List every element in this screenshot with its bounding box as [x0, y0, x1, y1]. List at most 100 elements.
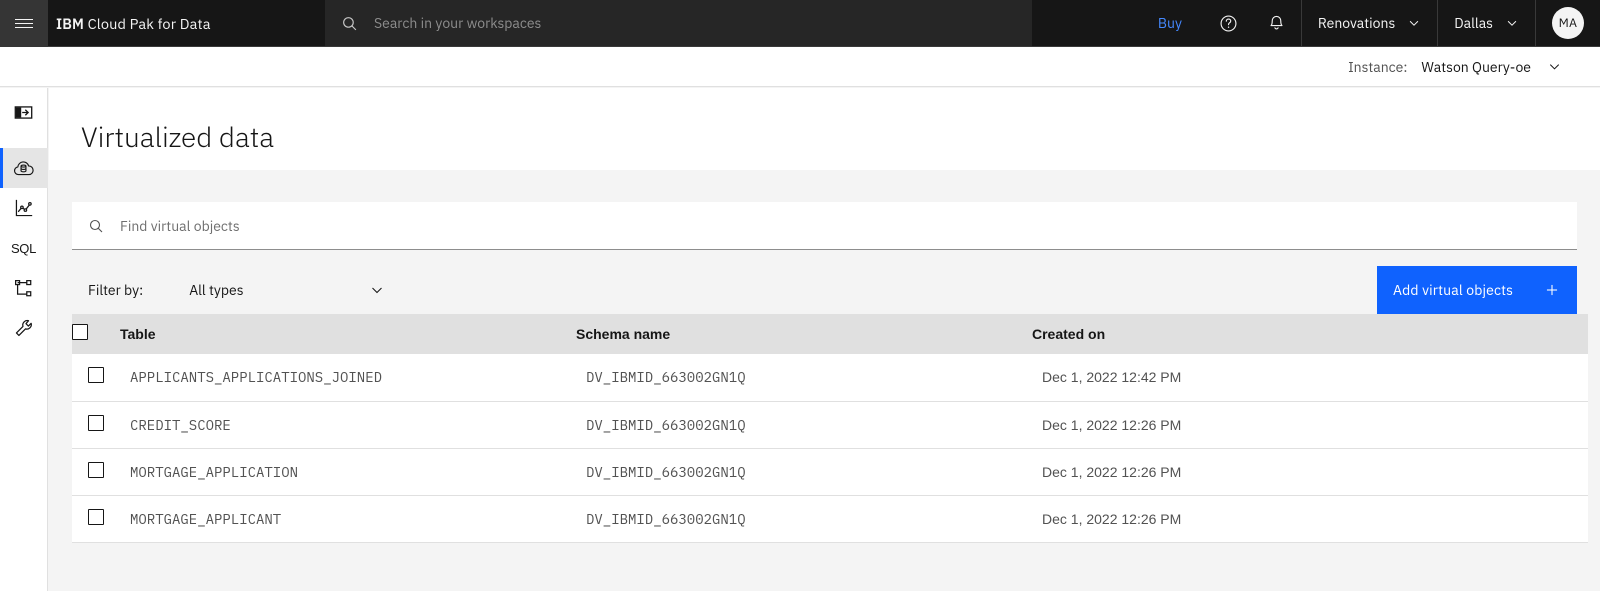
sql-text-icon: SQL: [10, 240, 37, 256]
cell-table-name: CREDIT_SCORE: [120, 401, 576, 449]
cell-schema-name: DV_IBMID_663002GN1Q: [576, 495, 1032, 543]
virtual-objects-table: Table Schema name Created on APPLICANTS_…: [72, 314, 1588, 543]
cell-schema-name: DV_IBMID_663002GN1Q: [576, 448, 1032, 496]
cell-schema-name: DV_IBMID_663002GN1Q: [576, 401, 1032, 449]
table-name-text: MORTGAGE_APPLICATION: [130, 462, 298, 481]
created-on-text: Dec 1, 2022 12:26 PM: [1042, 463, 1182, 480]
sidebar-item-analytics[interactable]: [0, 188, 48, 228]
instance-selector[interactable]: Watson Query-oe: [1419, 54, 1564, 80]
sidebar-item-open-panel[interactable]: [0, 92, 48, 132]
content-area: Filter by: All types Add virtual objects: [49, 170, 1600, 591]
cloud-database-icon: [13, 160, 34, 175]
sidebar-item-service-settings[interactable]: [0, 308, 48, 348]
search-input[interactable]: [374, 3, 974, 43]
schema-name-text: DV_IBMID_663002GN1Q: [586, 415, 746, 434]
left-nav-rail: SQL: [0, 88, 48, 591]
add-virtual-objects-button[interactable]: Add virtual objects: [1377, 266, 1577, 314]
cell-table-name: MORTGAGE_APPLICATION: [120, 448, 576, 496]
sidebar-item-data-sources[interactable]: [0, 268, 48, 308]
cell-created-on: Dec 1, 2022 12:42 PM: [1032, 354, 1542, 402]
row-select-cell: [72, 495, 120, 543]
region-switcher[interactable]: Dallas: [1438, 0, 1535, 46]
row-checkbox[interactable]: [88, 461, 104, 478]
cell-table-name: MORTGAGE_APPLICANT: [120, 495, 576, 543]
project-name: Renovations: [1317, 14, 1396, 32]
chevron-down-icon: [1409, 20, 1419, 26]
row-checkbox[interactable]: [88, 414, 104, 431]
schema-name-text: DV_IBMID_663002GN1Q: [586, 462, 746, 481]
cell-table-name: APPLICANTS_APPLICATIONS_JOINED: [120, 354, 576, 402]
user-avatar-button[interactable]: MA: [1536, 0, 1600, 46]
column-header-table-label: Table: [120, 326, 156, 342]
sidebar-item-sql-editor[interactable]: SQL: [0, 228, 48, 268]
hamburger-bars: [15, 16, 33, 31]
hamburger-menu-icon[interactable]: [0, 0, 48, 47]
column-header-created[interactable]: Created on: [1032, 314, 1542, 354]
table-row[interactable]: APPLICANTS_APPLICATIONS_JOINED DV_IBMID_…: [72, 354, 1588, 402]
hierarchy-tree-icon: [15, 279, 32, 296]
select-all-header: [72, 314, 120, 354]
filter-group: Filter by: All types: [72, 266, 389, 314]
cell-created-on: Dec 1, 2022 12:26 PM: [1032, 495, 1542, 543]
app-header: IBM Cloud Pak for Data Buy Renovati: [0, 0, 1600, 47]
search-icon: [88, 218, 104, 234]
cell-created-on: Dec 1, 2022 12:26 PM: [1032, 401, 1542, 449]
schema-name-text: DV_IBMID_663002GN1Q: [586, 509, 746, 528]
column-header-table[interactable]: Table: [120, 314, 576, 354]
overflow-menu-vertical-icon[interactable]: [1549, 361, 1581, 393]
search-icon: [341, 15, 358, 32]
brand-product: Cloud Pak for Data: [87, 13, 211, 33]
overflow-menu-vertical-icon[interactable]: [1549, 503, 1581, 535]
created-on-text: Dec 1, 2022 12:26 PM: [1042, 510, 1182, 527]
chevron-down-icon: [1507, 20, 1517, 26]
page-title: Virtualized data: [81, 118, 275, 155]
created-on-text: Dec 1, 2022 12:26 PM: [1042, 416, 1182, 433]
cell-created-on: Dec 1, 2022 12:26 PM: [1032, 448, 1542, 496]
column-header-schema-label: Schema name: [576, 326, 671, 342]
help-circle-icon[interactable]: [1205, 0, 1253, 46]
avatar: MA: [1552, 7, 1584, 39]
instance-value: Watson Query-oe: [1421, 57, 1531, 76]
overflow-menu-vertical-icon[interactable]: [1549, 456, 1581, 488]
overflow-menu-vertical-icon[interactable]: [1549, 409, 1581, 441]
filter-type-dropdown[interactable]: All types: [189, 281, 389, 299]
instance-label: Instance:: [1348, 57, 1408, 76]
schema-name-text: DV_IBMID_663002GN1Q: [586, 368, 746, 387]
bell-icon[interactable]: [1253, 0, 1301, 46]
select-all-checkbox[interactable]: [72, 324, 88, 340]
filter-by-label: Filter by:: [88, 281, 144, 299]
cell-overflow: [1542, 354, 1588, 402]
cell-schema-name: DV_IBMID_663002GN1Q: [576, 354, 1032, 402]
row-select-cell: [72, 401, 120, 449]
open-panel-icon: [14, 105, 33, 119]
project-switcher[interactable]: Renovations: [1302, 0, 1437, 46]
column-header-overflow: [1542, 314, 1588, 354]
cell-overflow: [1542, 448, 1588, 496]
table-body: APPLICANTS_APPLICATIONS_JOINED DV_IBMID_…: [72, 354, 1588, 543]
table-toolbar: Filter by: All types Add virtual objects: [72, 266, 1577, 314]
virtual-objects-search[interactable]: [72, 202, 1577, 250]
table-row[interactable]: MORTGAGE_APPLICATION DV_IBMID_663002GN1Q…: [72, 448, 1588, 496]
brand-title[interactable]: IBM Cloud Pak for Data: [48, 0, 227, 46]
main-content: Virtualized data Filter by: All types: [49, 88, 1600, 591]
filter-type-value: All types: [189, 281, 244, 299]
plus-icon: [1546, 284, 1558, 296]
table-row[interactable]: CREDIT_SCORE DV_IBMID_663002GN1Q Dec 1, …: [72, 401, 1588, 449]
row-checkbox[interactable]: [88, 508, 104, 525]
table-header-row: Table Schema name Created on: [72, 314, 1588, 354]
wrench-icon: [15, 319, 32, 337]
row-select-cell: [72, 354, 120, 402]
table-head: Table Schema name Created on: [72, 314, 1588, 354]
sidebar-item-virtualized-data[interactable]: [0, 148, 48, 188]
created-on-text: Dec 1, 2022 12:42 PM: [1042, 369, 1182, 386]
find-virtual-objects-input[interactable]: [120, 202, 1561, 249]
column-header-schema[interactable]: Schema name: [576, 314, 1032, 354]
global-search[interactable]: [325, 0, 1032, 46]
cell-overflow: [1542, 495, 1588, 543]
table-row[interactable]: MORTGAGE_APPLICANT DV_IBMID_663002GN1Q D…: [72, 495, 1588, 543]
brand-ibm: IBM: [56, 13, 85, 33]
row-checkbox[interactable]: [88, 367, 104, 384]
buy-button[interactable]: Buy: [1135, 0, 1205, 46]
table-name-text: CREDIT_SCORE: [130, 415, 231, 434]
